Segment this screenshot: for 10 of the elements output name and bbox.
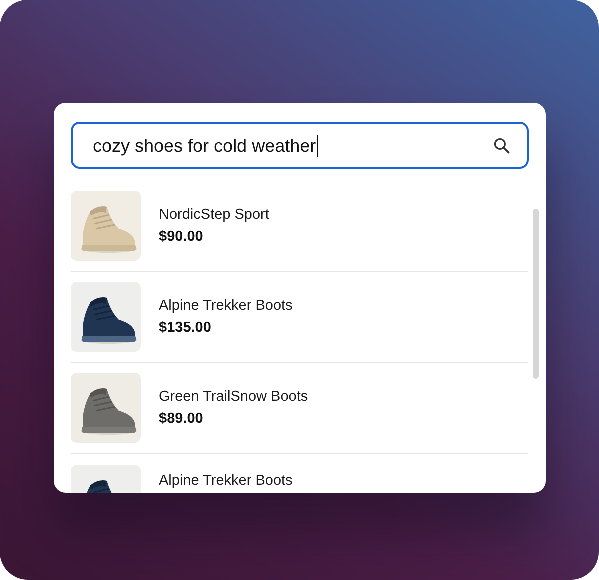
search-icon[interactable]: [493, 136, 511, 154]
scrollbar[interactable]: [533, 209, 539, 379]
product-price: $135.00: [159, 320, 212, 336]
product-name[interactable]: Alpine Trekker Boots: [159, 298, 293, 314]
search-field[interactable]: cozy shoes for cold weather: [71, 122, 529, 169]
product-name[interactable]: Green TrailSnow Boots: [159, 389, 308, 405]
product-price: $90.00: [159, 229, 204, 245]
product-name[interactable]: NordicStep Sport: [159, 207, 270, 223]
product-price: $89.00: [159, 411, 204, 427]
product-name[interactable]: Alpine Trekker Boots: [159, 473, 293, 489]
